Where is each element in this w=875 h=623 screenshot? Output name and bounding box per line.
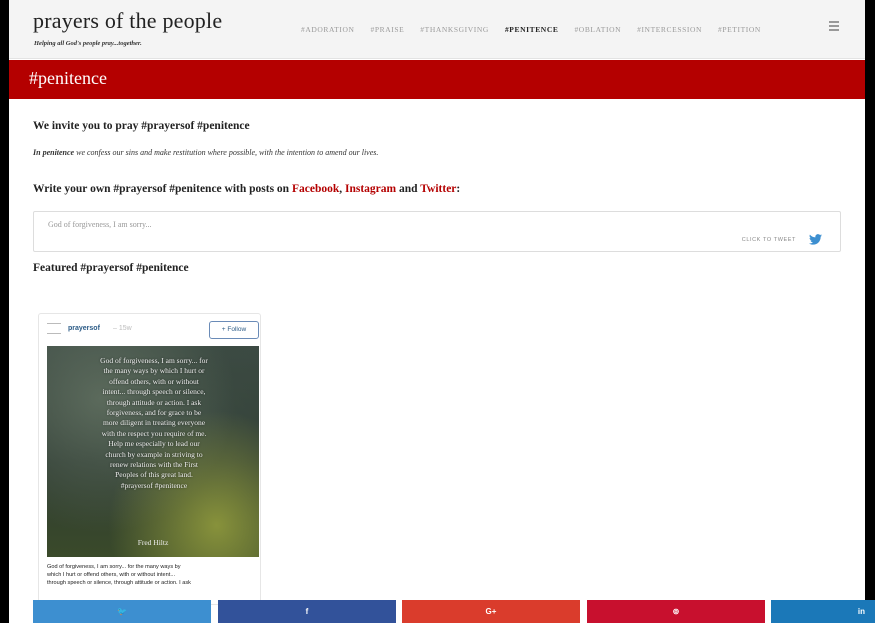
instagram-username[interactable]: prayersof [68,325,100,332]
instagram-caption: God of forgiveness, I am sorry... for th… [47,564,191,586]
instagram-post-image[interactable]: God of forgiveness, I am sorry... for th… [47,346,259,557]
share-pinterest-button[interactable]: ⊚ [587,600,765,623]
nav-item-praise[interactable]: #PRAISE [371,25,405,34]
write-and: and [396,183,421,195]
linkedin-icon: in [857,607,865,616]
main-nav: #ADORATION #PRAISE #THANKSGIVING #PENITE… [301,25,761,34]
share-bar: 🐦 f G+ ⊚ in [0,600,875,623]
share-google-plus-button[interactable]: G+ [402,600,580,623]
instagram-image-author: Fred Hiltz [137,538,169,547]
facebook-link[interactable]: Facebook [292,183,339,195]
instagram-logo-icon [47,323,61,334]
invite-heading: We invite you to pray #prayersof #penite… [33,120,250,132]
instagram-link[interactable]: Instagram [345,183,396,195]
nav-item-penitence[interactable]: #PENITENCE [505,25,559,34]
page-title: #penitence [29,68,107,88]
share-linkedin-button[interactable]: in [771,600,875,623]
click-to-tweet-label[interactable]: CLICK TO TWEET [742,237,796,243]
nav-item-thanksgiving[interactable]: #THANKSGIVING [420,25,489,34]
site-title[interactable]: prayers of the people [33,8,222,34]
write-colon: : [456,183,461,195]
share-twitter-button[interactable]: 🐦 [33,600,211,623]
share-facebook-button[interactable]: f [218,600,396,623]
twitter-link[interactable]: Twitter [420,183,456,195]
facebook-icon: f [305,607,309,616]
click-to-tweet-box[interactable]: God of forgiveness, I am sorry... CLICK … [33,211,841,252]
nav-item-adoration[interactable]: #ADORATION [301,25,355,34]
pinterest-icon: ⊚ [672,607,680,616]
penitence-description: In penitence we confess our sins and mak… [33,148,378,157]
page-banner: #penitence [9,60,865,99]
page: prayers of the people Helping all God's … [9,0,865,623]
instagram-embed[interactable]: prayersof – 15w + Follow God of forgiven… [38,313,261,605]
instagram-follow-button[interactable]: + Follow [209,321,259,339]
twitter-icon: 🐦 [117,607,127,616]
twitter-bird-icon[interactable] [809,234,822,245]
site-tagline: Helping all God's people pray...together… [34,40,142,47]
write-heading: Write your own #prayersof #penitence wit… [33,183,460,195]
nav-item-petition[interactable]: #PETITION [718,25,761,34]
hamburger-menu-icon[interactable] [829,21,839,31]
write-prefix: Write your own #prayersof #penitence wit… [33,183,292,195]
featured-heading: Featured #prayersof #penitence [33,262,189,274]
instagram-post-age: – 15w [113,325,132,332]
google-plus-icon: G+ [485,607,497,616]
tweet-text: God of forgiveness, I am sorry... [48,220,152,229]
description-lead: In penitence [33,148,75,157]
site-header: prayers of the people Helping all God's … [9,0,865,59]
description-text: we confess our sins and make restitution… [74,148,379,157]
nav-item-intercession[interactable]: #INTERCESSION [637,25,702,34]
nav-item-oblation[interactable]: #OBLATION [574,25,621,34]
instagram-image-text: God of forgiveness, I am sorry... for th… [100,356,208,490]
